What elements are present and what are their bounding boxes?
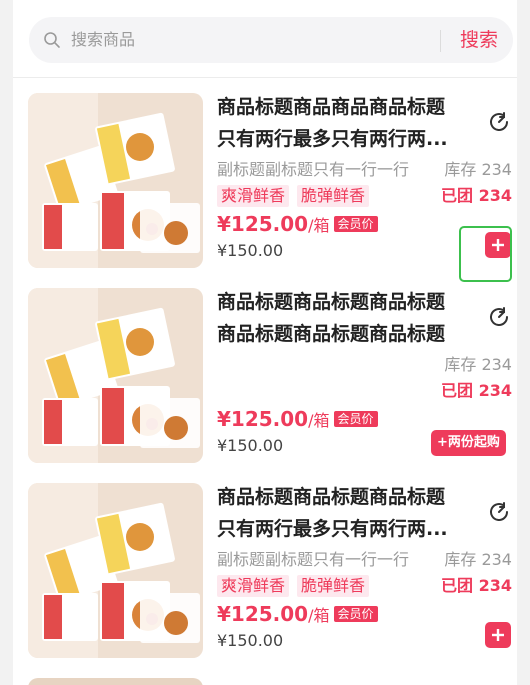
product-title-line: 商品标题商品标题商品标题 — [217, 486, 446, 508]
search-divider — [440, 30, 441, 52]
next-product-image-peek — [28, 678, 203, 685]
product-subtitle: 副标题副标题只有一行一行 — [217, 160, 410, 179]
product-image-illustration — [28, 93, 203, 268]
member-badge: 会员价 — [333, 411, 378, 427]
product-title-line: 商品标题商品标题商品标题 — [217, 323, 446, 345]
member-badge: 会员价 — [333, 606, 378, 622]
product-tag: 爽滑鲜香 — [217, 185, 290, 207]
stock-count: 库存 234 — [444, 355, 512, 374]
product-tags: 爽滑鲜香 脆弹鲜香 — [217, 185, 370, 207]
divider — [13, 77, 517, 78]
plus-icon — [492, 629, 504, 641]
original-price: ¥150.00 — [217, 241, 284, 260]
search-input[interactable]: 搜索商品 — [71, 29, 135, 51]
refresh-icon[interactable] — [486, 499, 512, 525]
product-image-illustration — [28, 288, 203, 463]
refresh-icon[interactable] — [486, 109, 512, 135]
member-price: ¥125.00 — [217, 602, 309, 626]
product-title-line: 只有两行最多只有两行两... — [217, 128, 448, 150]
product-title-line: 商品标题商品标题商品标题 — [217, 291, 446, 313]
product-card[interactable]: 商品标题商品标题商品标题 只有两行最多只有两行两... 副标题副标题只有一行一行… — [13, 481, 517, 659]
search-icon — [44, 32, 60, 48]
product-tag: 脆弹鲜香 — [297, 575, 370, 597]
product-tag: 爽滑鲜香 — [217, 575, 290, 597]
price-row: ¥125.00 /箱 会员价 — [217, 211, 378, 239]
product-title-line: 只有两行最多只有两行两... — [217, 518, 448, 540]
product-card[interactable]: 商品标题商品标题商品标题 商品标题商品标题商品标题 库存 234 已团 234 … — [13, 286, 517, 464]
product-list-panel: 搜索商品 搜索 商品标题商品商品商品标题 只有两行最多只有两行两... 副标题副… — [13, 0, 517, 685]
product-image-illustration — [28, 483, 203, 658]
product-title[interactable]: 商品标题商品标题商品标题 商品标题商品标题商品标题 — [217, 286, 469, 350]
grouped-count: 已团 234 — [441, 576, 512, 595]
product-image[interactable] — [28, 288, 203, 463]
price-unit: /箱 — [308, 216, 330, 235]
add-to-cart-button[interactable] — [485, 622, 511, 648]
grouped-count: 已团 234 — [441, 186, 512, 205]
product-title[interactable]: 商品标题商品标题商品标题 只有两行最多只有两行两... — [217, 481, 469, 545]
product-image[interactable] — [28, 483, 203, 658]
price-unit: /箱 — [308, 606, 330, 625]
search-button[interactable]: 搜索 — [449, 26, 509, 54]
stock-count: 库存 234 — [444, 160, 512, 179]
price-row: ¥125.00 /箱 会员价 — [217, 601, 378, 629]
selection-highlight — [459, 226, 512, 282]
stock-count: 库存 234 — [444, 550, 512, 569]
product-tags: 爽滑鲜香 脆弹鲜香 — [217, 575, 370, 597]
member-badge: 会员价 — [333, 216, 378, 232]
product-image[interactable] — [28, 93, 203, 268]
original-price: ¥150.00 — [217, 631, 284, 650]
product-card[interactable]: 商品标题商品商品商品标题 只有两行最多只有两行两... 副标题副标题只有一行一行… — [13, 91, 517, 269]
price-row: ¥125.00 /箱 会员价 — [217, 406, 378, 434]
member-price: ¥125.00 — [217, 407, 309, 431]
price-unit: /箱 — [308, 411, 330, 430]
product-subtitle: 副标题副标题只有一行一行 — [217, 550, 410, 569]
refresh-icon[interactable] — [486, 304, 512, 330]
min-purchase-button[interactable]: +两份起购 — [431, 430, 506, 456]
member-price: ¥125.00 — [217, 212, 309, 236]
original-price: ¥150.00 — [217, 436, 284, 455]
grouped-count: 已团 234 — [441, 381, 512, 400]
search-bar[interactable]: 搜索商品 搜索 — [29, 17, 513, 63]
product-title-line: 商品标题商品商品商品标题 — [217, 96, 446, 118]
product-title[interactable]: 商品标题商品商品商品标题 只有两行最多只有两行两... — [217, 91, 469, 155]
product-tag: 脆弹鲜香 — [297, 185, 370, 207]
